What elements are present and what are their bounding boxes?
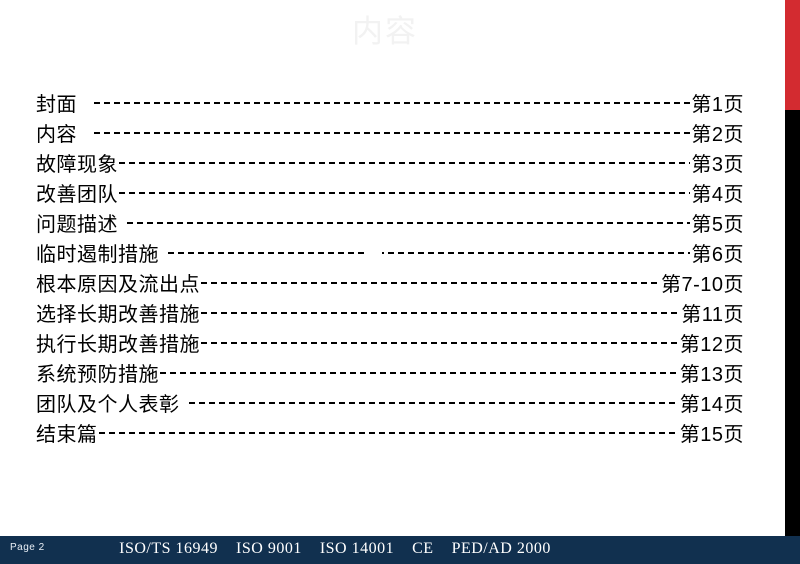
toc-entry-page: 第5页 — [691, 214, 744, 236]
toc-dot-leader — [160, 361, 679, 381]
toc-row[interactable]: 封面 第1页 — [36, 88, 744, 118]
right-edge-accent-bar-red — [785, 0, 800, 110]
slide-canvas: 内容 封面 第1页 内容 第2页 故障现象 第3页 改善团队 第4页 问题描述 第5页 临时遏制措施… — [0, 0, 800, 564]
toc-entry-label: 团队及个人表彰 — [36, 394, 180, 416]
toc-dot-leader — [188, 391, 679, 411]
toc-entry-page: 第6页 — [691, 244, 744, 266]
toc-entry-label: 改善团队 — [36, 184, 118, 206]
toc-entry-page: 第7-10页 — [660, 274, 744, 296]
toc-row[interactable]: 临时遏制措施 第6页 — [36, 238, 744, 268]
toc-entry-page: 第15页 — [679, 424, 744, 446]
toc-entry-page: 第14页 — [679, 394, 744, 416]
footer-certifications: ISO/TS 16949 ISO 9001 ISO 14001 CE PED/AD 20… — [0, 540, 800, 558]
toc-row[interactable]: 执行长期改善措施 第12页 — [36, 328, 744, 358]
toc-entry-label: 故障现象 — [36, 154, 118, 176]
footer-cert-item: ISO 9001 — [236, 540, 302, 557]
toc-row[interactable]: 根本原因及流出点 第7-10页 — [36, 268, 744, 298]
toc-dot-leader — [119, 181, 691, 201]
toc-row[interactable]: 结束篇 第15页 — [36, 418, 744, 448]
toc-dot-leader — [201, 301, 681, 321]
toc-dot-leader — [168, 241, 690, 261]
toc-dot-leader — [119, 151, 691, 171]
toc-entry-label: 临时遏制措施 — [36, 244, 159, 266]
toc-row[interactable]: 故障现象 第3页 — [36, 148, 744, 178]
toc-entry-page: 第1页 — [691, 94, 744, 116]
toc-entry-page: 第4页 — [691, 184, 744, 206]
slide-title: 内容 — [352, 14, 418, 49]
right-edge-accent-bar-black — [785, 110, 800, 536]
toc-dot-leader — [94, 121, 691, 141]
toc-entry-page: 第11页 — [681, 304, 744, 326]
toc-row[interactable]: 选择长期改善措施 第11页 — [36, 298, 744, 328]
footer-cert-item: CE — [412, 540, 434, 557]
toc-entry-page: 第2页 — [691, 124, 744, 146]
toc-entry-label: 执行长期改善措施 — [36, 334, 200, 356]
toc-dot-leader — [127, 211, 691, 231]
toc-row[interactable]: 改善团队 第4页 — [36, 178, 744, 208]
table-of-contents: 封面 第1页内容 第2页故障现象 第3页改善团队 第4页问题描述 第5页临时遏制措施 第6页… — [36, 88, 744, 448]
toc-entry-page: 第13页 — [679, 364, 744, 386]
toc-entry-label: 问题描述 — [36, 214, 118, 236]
footer-cert-item: PED/AD 2000 — [451, 540, 551, 557]
toc-row[interactable]: 问题描述 第5页 — [36, 208, 744, 238]
slide-footer: Page 2 ISO/TS 16949 ISO 9001 ISO 14001 CE PE… — [0, 536, 800, 564]
toc-entry-page: 第3页 — [691, 154, 744, 176]
toc-row[interactable]: 系统预防措施 第13页 — [36, 358, 744, 388]
toc-dot-leader — [94, 91, 691, 111]
toc-entry-label: 内容 — [36, 124, 77, 146]
toc-row[interactable]: 内容 第2页 — [36, 118, 744, 148]
toc-entry-label: 系统预防措施 — [36, 364, 159, 386]
toc-dot-leader — [201, 271, 660, 291]
toc-entry-label: 根本原因及流出点 — [36, 274, 200, 296]
footer-cert-item: ISO 14001 — [319, 540, 395, 557]
footer-cert-item: ISO/TS 16949 — [119, 540, 219, 557]
toc-entry-page: 第12页 — [679, 334, 744, 356]
toc-entry-label: 选择长期改善措施 — [36, 304, 200, 326]
toc-entry-label: 封面 — [36, 94, 77, 116]
toc-dot-leader — [98, 421, 679, 441]
toc-row[interactable]: 团队及个人表彰 第14页 — [36, 388, 744, 418]
toc-entry-label: 结束篇 — [36, 424, 98, 446]
toc-dot-leader — [201, 331, 679, 351]
